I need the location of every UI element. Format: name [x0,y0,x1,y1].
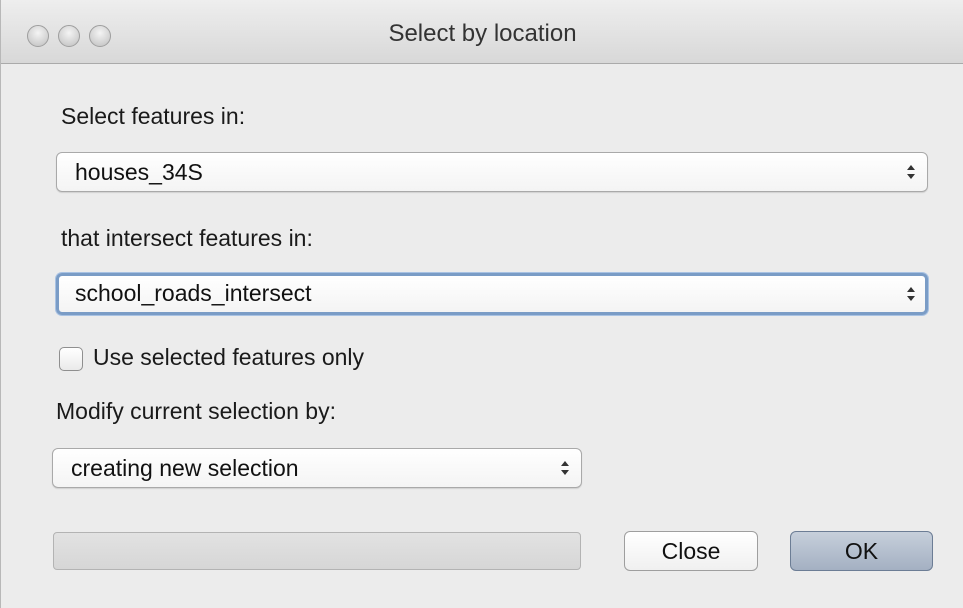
modify-selection-value: creating new selection [71,455,299,481]
select-by-location-dialog: Select by location Select features in: h… [0,0,963,608]
use-selected-features-label[interactable]: Use selected features only [93,344,364,371]
use-selected-features-checkbox[interactable] [59,347,83,371]
ok-button[interactable]: OK [790,531,933,571]
intersect-features-dropdown[interactable]: school_roads_intersect [56,273,928,315]
window-title: Select by location [388,20,577,47]
select-features-value: houses_34S [75,159,203,185]
title-bar[interactable]: Select by location [1,0,963,64]
updown-arrows-icon [561,461,569,475]
updown-arrows-icon [907,287,915,301]
select-features-label: Select features in: [61,103,246,129]
close-button[interactable]: Close [624,531,758,571]
intersect-features-label: that intersect features in: [61,225,313,251]
intersect-features-value: school_roads_intersect [75,280,312,306]
modify-selection-dropdown[interactable]: creating new selection [52,448,582,488]
progress-bar [53,532,581,570]
modify-selection-label: Modify current selection by: [56,398,336,424]
updown-arrows-icon [907,165,915,179]
select-features-dropdown[interactable]: houses_34S [56,152,928,192]
